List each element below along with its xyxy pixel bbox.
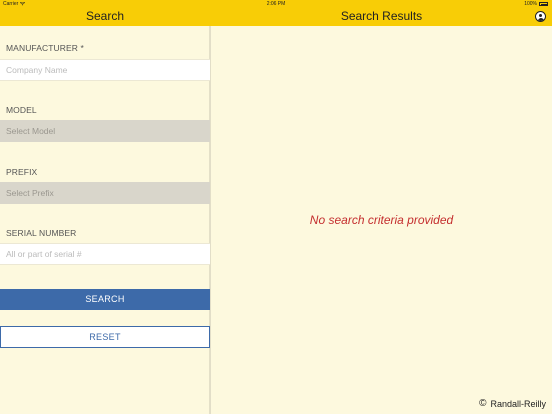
manufacturer-input[interactable]: Company Name <box>0 59 210 81</box>
prefix-select[interactable]: Select Prefix <box>0 182 210 204</box>
profile-body-shape <box>537 17 544 21</box>
battery-status: 100% <box>524 1 548 7</box>
company-name: Randall-Reilly <box>490 398 546 409</box>
copyright-footer: © Randall-Reilly <box>479 398 546 409</box>
search-panel-title: Search <box>85 9 125 23</box>
copyright-icon: © <box>479 398 487 409</box>
battery-percent: 100% <box>524 1 537 7</box>
status-time: 2:06 PM <box>266 1 286 7</box>
serial-number-label: SERIAL NUMBER <box>6 228 77 238</box>
prefix-label: PREFIX <box>6 167 38 177</box>
battery-icon <box>539 2 548 6</box>
empty-results-message: No search criteria provided <box>309 213 454 227</box>
search-button[interactable]: SEARCH <box>0 289 210 310</box>
search-sidebar: MANUFACTURER * Company Name MODEL Select… <box>0 26 210 414</box>
status-bar: Carrier 2:06 PM 100% <box>0 0 552 9</box>
reset-button[interactable]: RESET <box>0 326 210 348</box>
search-results-panel: No search criteria provided <box>211 26 552 414</box>
manufacturer-label: MANUFACTURER * <box>6 43 84 53</box>
model-label: MODEL <box>6 105 37 115</box>
model-select[interactable]: Select Model <box>0 120 210 142</box>
profile-icon[interactable] <box>535 11 546 22</box>
results-panel-title: Search Results <box>340 9 423 23</box>
profile-head-shape <box>539 13 542 17</box>
serial-number-input[interactable]: All or part of serial # <box>0 243 210 265</box>
navigation-bar: Search Search Results <box>0 9 552 26</box>
